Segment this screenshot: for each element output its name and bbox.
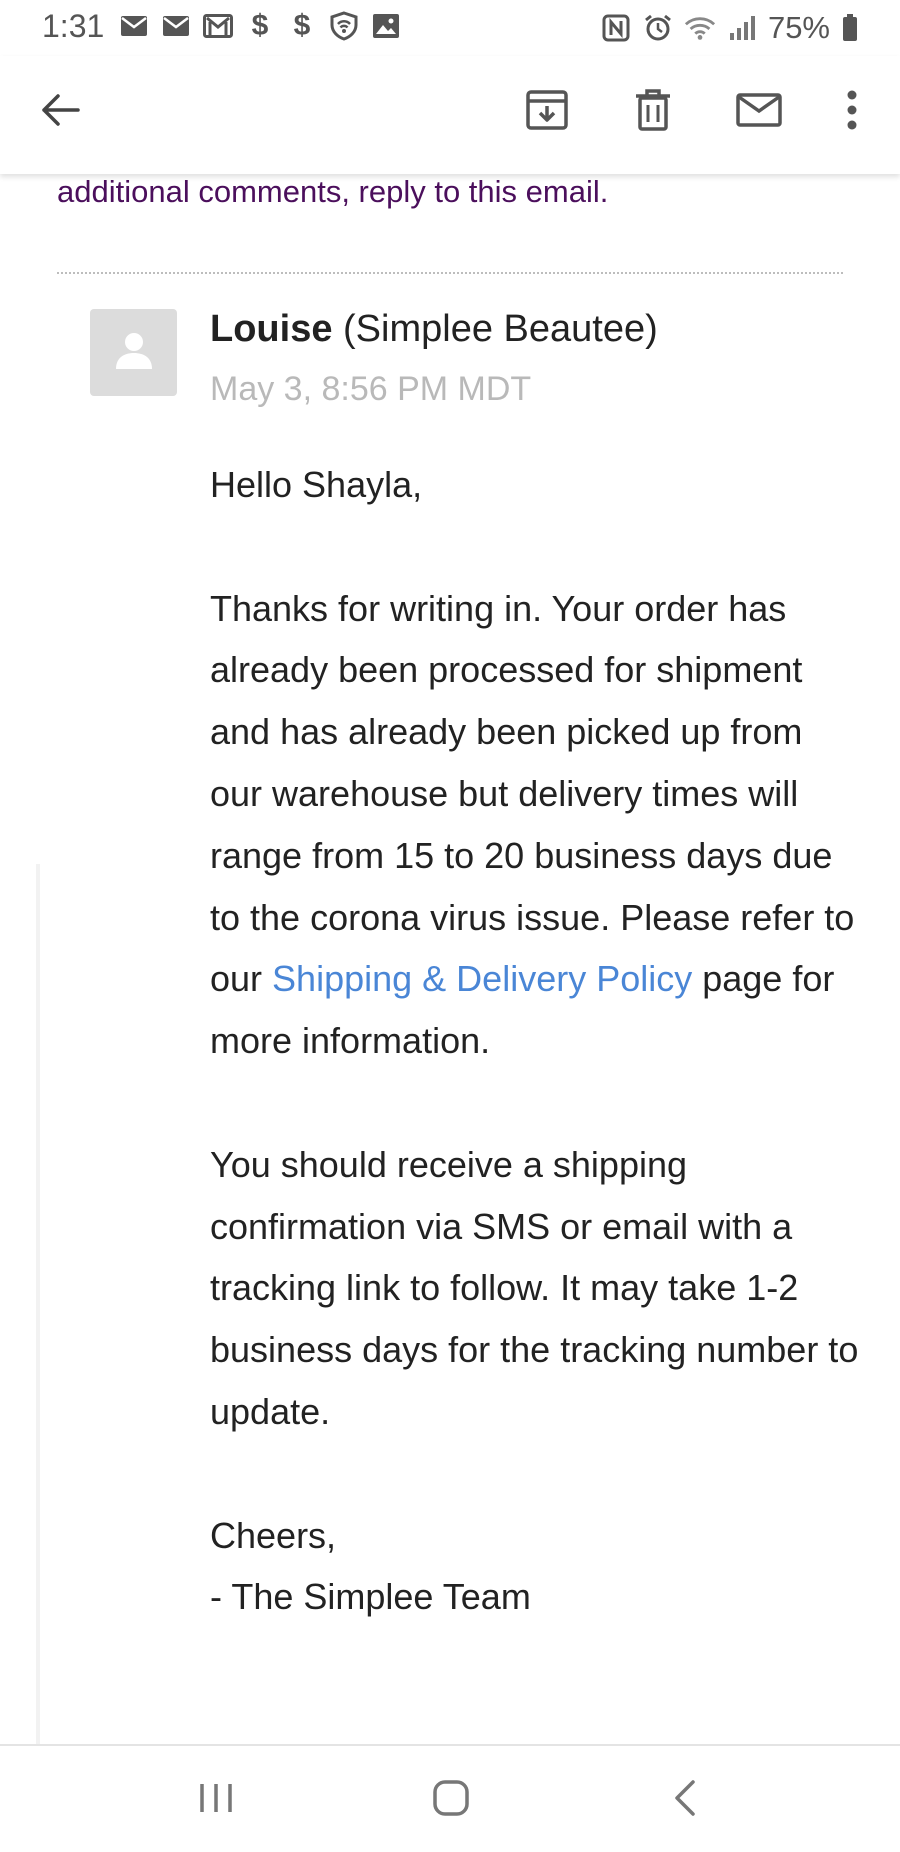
signoff: Cheers, bbox=[210, 1514, 337, 1556]
greeting: Hello Shayla, bbox=[210, 464, 423, 505]
paragraph-shipping-confirmation: You should receive a shipping confirmati… bbox=[210, 1143, 859, 1432]
dollar-icon: $ bbox=[293, 9, 311, 42]
more-vert-icon bbox=[846, 90, 858, 135]
mail-icon bbox=[736, 92, 782, 132]
avatar[interactable] bbox=[90, 309, 177, 396]
sender-line[interactable]: Louise (Simplee Beautee) bbox=[210, 308, 658, 351]
person-icon bbox=[111, 327, 157, 378]
more-options-button[interactable] bbox=[820, 80, 884, 144]
back-icon bbox=[673, 1779, 697, 1822]
previous-message-tail: additional comments, reply to this email… bbox=[57, 174, 609, 209]
signature: - The Simplee Team bbox=[210, 1576, 531, 1618]
dollar-icon: $ bbox=[251, 9, 269, 42]
shipping-policy-link[interactable]: Shipping & Delivery Policy bbox=[272, 958, 692, 999]
wifi-icon bbox=[684, 14, 716, 42]
signoff-block: Cheers, - The Simplee Team bbox=[210, 1505, 860, 1629]
system-status-icons: 75% bbox=[600, 10, 860, 46]
delete-button[interactable] bbox=[621, 80, 685, 144]
mark-unread-button[interactable] bbox=[727, 80, 791, 144]
gmail-icon bbox=[202, 12, 234, 40]
home-icon bbox=[432, 1779, 470, 1822]
back-arrow-icon bbox=[40, 92, 80, 133]
message-divider bbox=[57, 272, 843, 274]
paragraph-text: Thanks for writing in. Your order has al… bbox=[210, 587, 855, 1000]
battery-icon bbox=[840, 14, 860, 42]
home-button[interactable] bbox=[416, 1770, 486, 1830]
recents-button[interactable] bbox=[181, 1770, 251, 1830]
battery-percent: 75% bbox=[767, 10, 830, 45]
app-bar bbox=[0, 56, 900, 174]
system-nav-bar bbox=[0, 1744, 900, 1852]
notification-icons: $ $ bbox=[118, 9, 402, 42]
sender-org: (Simplee Beautee) bbox=[343, 308, 658, 350]
back-button[interactable] bbox=[28, 80, 92, 144]
message-date: May 3, 8:56 PM MDT bbox=[210, 370, 532, 408]
alarm-icon bbox=[642, 14, 674, 42]
email-thread[interactable]: additional comments, reply to this email… bbox=[0, 174, 900, 1744]
recents-icon bbox=[198, 1782, 234, 1819]
paragraph-order-status: Thanks for writing in. Your order has al… bbox=[210, 578, 860, 1072]
nfc-icon bbox=[600, 14, 632, 42]
quote-rule bbox=[36, 864, 40, 1744]
signal-icon bbox=[726, 14, 758, 42]
status-bar: 1:31 $ $ 75% bbox=[0, 0, 900, 56]
shield-wifi-icon bbox=[328, 11, 360, 41]
status-time: 1:31 bbox=[42, 8, 105, 44]
delete-icon bbox=[634, 88, 672, 137]
message-body: Hello Shayla, Thanks for writing in. You… bbox=[210, 454, 860, 1628]
sender-name: Louise bbox=[210, 308, 333, 350]
mail-icon bbox=[160, 12, 192, 40]
nav-back-button[interactable] bbox=[650, 1770, 720, 1830]
mail-icon bbox=[118, 12, 150, 40]
image-icon bbox=[370, 12, 402, 40]
archive-button[interactable] bbox=[515, 80, 579, 144]
archive-icon bbox=[525, 89, 569, 136]
